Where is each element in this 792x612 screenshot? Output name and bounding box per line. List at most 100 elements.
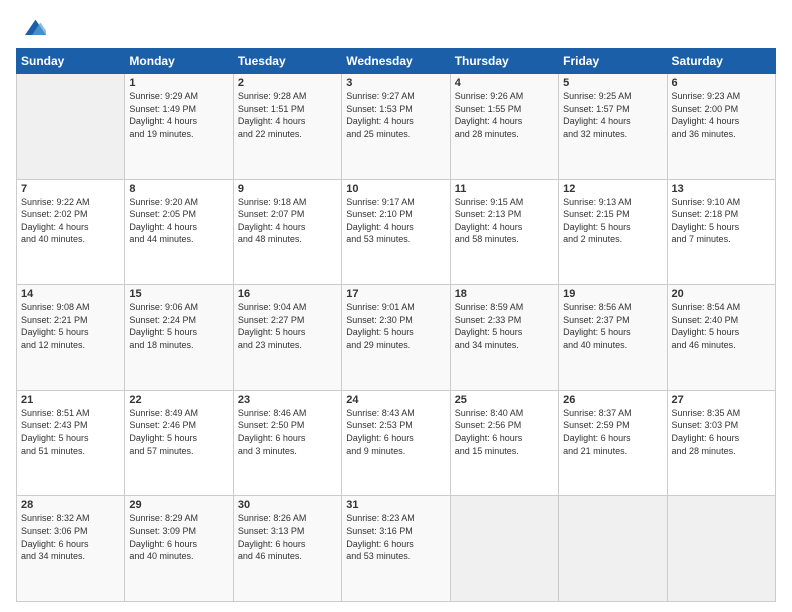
cell-info: Sunrise: 8:26 AM Sunset: 3:13 PM Dayligh… [238, 512, 337, 562]
day-number: 25 [455, 394, 554, 406]
calendar-cell: 18Sunrise: 8:59 AM Sunset: 2:33 PM Dayli… [450, 285, 558, 391]
calendar-cell: 25Sunrise: 8:40 AM Sunset: 2:56 PM Dayli… [450, 390, 558, 496]
calendar-cell: 2Sunrise: 9:28 AM Sunset: 1:51 PM Daylig… [233, 74, 341, 180]
calendar-cell [559, 496, 667, 602]
cell-info: Sunrise: 9:06 AM Sunset: 2:24 PM Dayligh… [129, 301, 228, 351]
calendar-cell: 17Sunrise: 9:01 AM Sunset: 2:30 PM Dayli… [342, 285, 450, 391]
day-header-tuesday: Tuesday [233, 49, 341, 74]
week-row-2: 14Sunrise: 9:08 AM Sunset: 2:21 PM Dayli… [17, 285, 776, 391]
cell-info: Sunrise: 9:23 AM Sunset: 2:00 PM Dayligh… [672, 90, 771, 140]
day-number: 19 [563, 288, 662, 300]
calendar-cell [450, 496, 558, 602]
week-row-3: 21Sunrise: 8:51 AM Sunset: 2:43 PM Dayli… [17, 390, 776, 496]
cell-info: Sunrise: 8:46 AM Sunset: 2:50 PM Dayligh… [238, 407, 337, 457]
day-number: 23 [238, 394, 337, 406]
day-number: 5 [563, 77, 662, 89]
day-number: 20 [672, 288, 771, 300]
day-number: 14 [21, 288, 120, 300]
cell-info: Sunrise: 8:59 AM Sunset: 2:33 PM Dayligh… [455, 301, 554, 351]
day-number: 26 [563, 394, 662, 406]
calendar-cell: 20Sunrise: 8:54 AM Sunset: 2:40 PM Dayli… [667, 285, 775, 391]
cell-info: Sunrise: 8:54 AM Sunset: 2:40 PM Dayligh… [672, 301, 771, 351]
calendar-cell: 27Sunrise: 8:35 AM Sunset: 3:03 PM Dayli… [667, 390, 775, 496]
day-number: 18 [455, 288, 554, 300]
cell-info: Sunrise: 8:23 AM Sunset: 3:16 PM Dayligh… [346, 512, 445, 562]
cell-info: Sunrise: 9:18 AM Sunset: 2:07 PM Dayligh… [238, 196, 337, 246]
day-header-saturday: Saturday [667, 49, 775, 74]
day-number: 24 [346, 394, 445, 406]
day-header-wednesday: Wednesday [342, 49, 450, 74]
calendar-table: SundayMondayTuesdayWednesdayThursdayFrid… [16, 48, 776, 602]
calendar-cell: 22Sunrise: 8:49 AM Sunset: 2:46 PM Dayli… [125, 390, 233, 496]
day-number: 16 [238, 288, 337, 300]
cell-info: Sunrise: 8:35 AM Sunset: 3:03 PM Dayligh… [672, 407, 771, 457]
header [16, 10, 776, 42]
cell-info: Sunrise: 8:32 AM Sunset: 3:06 PM Dayligh… [21, 512, 120, 562]
calendar-cell: 14Sunrise: 9:08 AM Sunset: 2:21 PM Dayli… [17, 285, 125, 391]
cell-info: Sunrise: 8:51 AM Sunset: 2:43 PM Dayligh… [21, 407, 120, 457]
day-number: 27 [672, 394, 771, 406]
cell-info: Sunrise: 9:01 AM Sunset: 2:30 PM Dayligh… [346, 301, 445, 351]
cell-info: Sunrise: 8:29 AM Sunset: 3:09 PM Dayligh… [129, 512, 228, 562]
calendar-cell: 30Sunrise: 8:26 AM Sunset: 3:13 PM Dayli… [233, 496, 341, 602]
calendar-cell: 26Sunrise: 8:37 AM Sunset: 2:59 PM Dayli… [559, 390, 667, 496]
day-number: 15 [129, 288, 228, 300]
calendar-cell: 28Sunrise: 8:32 AM Sunset: 3:06 PM Dayli… [17, 496, 125, 602]
cell-info: Sunrise: 9:28 AM Sunset: 1:51 PM Dayligh… [238, 90, 337, 140]
cell-info: Sunrise: 8:40 AM Sunset: 2:56 PM Dayligh… [455, 407, 554, 457]
day-number: 31 [346, 499, 445, 511]
calendar-cell: 4Sunrise: 9:26 AM Sunset: 1:55 PM Daylig… [450, 74, 558, 180]
calendar-cell: 7Sunrise: 9:22 AM Sunset: 2:02 PM Daylig… [17, 179, 125, 285]
logo [16, 14, 46, 42]
cell-info: Sunrise: 8:56 AM Sunset: 2:37 PM Dayligh… [563, 301, 662, 351]
day-header-monday: Monday [125, 49, 233, 74]
calendar-cell: 19Sunrise: 8:56 AM Sunset: 2:37 PM Dayli… [559, 285, 667, 391]
calendar-cell: 9Sunrise: 9:18 AM Sunset: 2:07 PM Daylig… [233, 179, 341, 285]
week-row-4: 28Sunrise: 8:32 AM Sunset: 3:06 PM Dayli… [17, 496, 776, 602]
day-number: 11 [455, 183, 554, 195]
calendar-cell: 29Sunrise: 8:29 AM Sunset: 3:09 PM Dayli… [125, 496, 233, 602]
day-header-sunday: Sunday [17, 49, 125, 74]
calendar-cell: 3Sunrise: 9:27 AM Sunset: 1:53 PM Daylig… [342, 74, 450, 180]
day-number: 3 [346, 77, 445, 89]
day-number: 13 [672, 183, 771, 195]
calendar-cell: 12Sunrise: 9:13 AM Sunset: 2:15 PM Dayli… [559, 179, 667, 285]
cell-info: Sunrise: 9:08 AM Sunset: 2:21 PM Dayligh… [21, 301, 120, 351]
cell-info: Sunrise: 9:29 AM Sunset: 1:49 PM Dayligh… [129, 90, 228, 140]
cell-info: Sunrise: 9:13 AM Sunset: 2:15 PM Dayligh… [563, 196, 662, 246]
day-header-friday: Friday [559, 49, 667, 74]
calendar-cell: 13Sunrise: 9:10 AM Sunset: 2:18 PM Dayli… [667, 179, 775, 285]
day-number: 2 [238, 77, 337, 89]
calendar-cell: 23Sunrise: 8:46 AM Sunset: 2:50 PM Dayli… [233, 390, 341, 496]
cell-info: Sunrise: 8:49 AM Sunset: 2:46 PM Dayligh… [129, 407, 228, 457]
day-number: 12 [563, 183, 662, 195]
day-number: 28 [21, 499, 120, 511]
calendar-header-row: SundayMondayTuesdayWednesdayThursdayFrid… [17, 49, 776, 74]
cell-info: Sunrise: 9:17 AM Sunset: 2:10 PM Dayligh… [346, 196, 445, 246]
calendar-cell: 24Sunrise: 8:43 AM Sunset: 2:53 PM Dayli… [342, 390, 450, 496]
day-number: 6 [672, 77, 771, 89]
day-header-thursday: Thursday [450, 49, 558, 74]
cell-info: Sunrise: 8:37 AM Sunset: 2:59 PM Dayligh… [563, 407, 662, 457]
calendar-cell: 8Sunrise: 9:20 AM Sunset: 2:05 PM Daylig… [125, 179, 233, 285]
day-number: 8 [129, 183, 228, 195]
cell-info: Sunrise: 9:04 AM Sunset: 2:27 PM Dayligh… [238, 301, 337, 351]
week-row-0: 1Sunrise: 9:29 AM Sunset: 1:49 PM Daylig… [17, 74, 776, 180]
cell-info: Sunrise: 9:27 AM Sunset: 1:53 PM Dayligh… [346, 90, 445, 140]
day-number: 17 [346, 288, 445, 300]
day-number: 29 [129, 499, 228, 511]
week-row-1: 7Sunrise: 9:22 AM Sunset: 2:02 PM Daylig… [17, 179, 776, 285]
day-number: 1 [129, 77, 228, 89]
calendar-cell: 5Sunrise: 9:25 AM Sunset: 1:57 PM Daylig… [559, 74, 667, 180]
cell-info: Sunrise: 8:43 AM Sunset: 2:53 PM Dayligh… [346, 407, 445, 457]
calendar-cell: 6Sunrise: 9:23 AM Sunset: 2:00 PM Daylig… [667, 74, 775, 180]
cell-info: Sunrise: 9:15 AM Sunset: 2:13 PM Dayligh… [455, 196, 554, 246]
day-number: 22 [129, 394, 228, 406]
cell-info: Sunrise: 9:10 AM Sunset: 2:18 PM Dayligh… [672, 196, 771, 246]
calendar-cell: 21Sunrise: 8:51 AM Sunset: 2:43 PM Dayli… [17, 390, 125, 496]
page: SundayMondayTuesdayWednesdayThursdayFrid… [0, 0, 792, 612]
calendar-cell: 15Sunrise: 9:06 AM Sunset: 2:24 PM Dayli… [125, 285, 233, 391]
day-number: 7 [21, 183, 120, 195]
logo-icon [18, 14, 46, 42]
calendar-cell: 31Sunrise: 8:23 AM Sunset: 3:16 PM Dayli… [342, 496, 450, 602]
